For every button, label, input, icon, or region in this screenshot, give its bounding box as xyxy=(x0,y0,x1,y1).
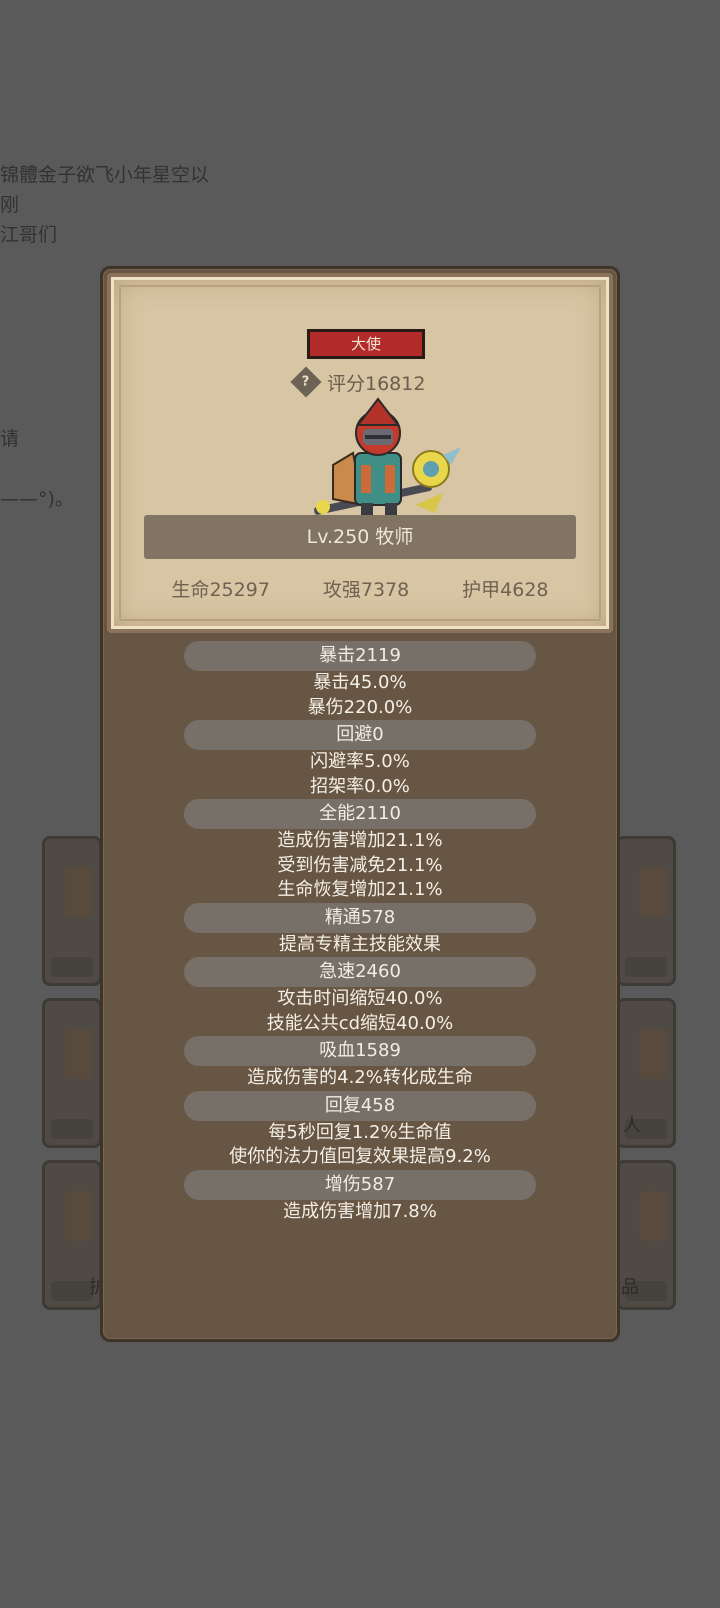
equipment-slot xyxy=(42,998,102,1148)
equipment-slot xyxy=(616,836,676,986)
mastery-header: 精通578 xyxy=(184,902,536,933)
character-card: 大使 ? 评分16812 Lv.250 牧师 生命25297 攻强7378 护甲… xyxy=(107,273,613,633)
equipment-icon xyxy=(65,867,93,917)
slot-label: 品 xyxy=(621,1277,639,1298)
regen-line: 每5秒回复1.2%生命值 xyxy=(268,1121,452,1143)
level-class-bar: Lv.250 牧师 xyxy=(144,515,576,559)
background-chat-line: ——°)。 xyxy=(0,488,74,510)
equipment-icon xyxy=(639,1191,667,1241)
equipment-slot: 护 xyxy=(42,1160,107,1310)
title-badge: 大使 xyxy=(307,329,425,359)
game-screen: 锦體金子欲飞小年星空以 刚 江哥们 请 ——°)。 护 人 品 大使 ? 评分1… xyxy=(0,0,720,1608)
haste-line: 攻击时间缩短40.0% xyxy=(277,988,443,1009)
versatility-line: 受到伤害减免21.1% xyxy=(277,854,443,876)
attack-stat: 攻强7378 xyxy=(322,579,410,601)
haste-header: 急速2460 xyxy=(184,957,536,987)
damage-header: 增伤587 xyxy=(184,1169,536,1200)
crit-header: 暴击2119 xyxy=(184,641,536,671)
background-chat-line: 请 xyxy=(0,428,20,450)
equipment-slot xyxy=(42,836,102,986)
equipment-slot: 人 xyxy=(616,998,676,1148)
versatility-line: 造成伤害增加21.1% xyxy=(277,830,443,851)
hero-sprite xyxy=(314,397,461,521)
character-detail-dialog[interactable]: 大使 ? 评分16812 Lv.250 牧师 生命25297 攻强7378 护甲… xyxy=(100,266,620,1342)
equipment-icon xyxy=(65,1029,93,1079)
versatility-header: 全能2110 xyxy=(184,799,536,829)
mastery-line: 提高专精主技能效果 xyxy=(279,933,441,955)
equipment-slot: 品 xyxy=(616,1160,676,1310)
background-chat-line: 江哥们 xyxy=(0,224,58,246)
slot-label: 人 xyxy=(623,1115,641,1136)
haste-line: 技能公共cd缩短40.0% xyxy=(266,1012,454,1034)
equipment-icon xyxy=(65,1191,93,1241)
dodge-header: 回避0 xyxy=(184,720,536,750)
help-icon[interactable]: ? xyxy=(290,366,322,398)
damage-line: 造成伤害增加7.8% xyxy=(283,1200,437,1222)
equipment-icon xyxy=(639,1029,667,1079)
crit-line: 暴击45.0% xyxy=(313,672,407,693)
armor-stat: 护甲4628 xyxy=(462,579,549,601)
score-label: 评分16812 xyxy=(327,372,426,395)
crit-line: 暴伤220.0% xyxy=(307,696,413,718)
dodge-line: 招架率0.0% xyxy=(310,775,410,797)
base-stats: 生命25297 攻强7378 护甲4628 xyxy=(111,575,609,602)
leech-header: 吸血1589 xyxy=(184,1036,536,1066)
equipment-icon xyxy=(639,867,667,917)
hp-stat: 生命25297 xyxy=(171,579,270,601)
regen-header: 回复458 xyxy=(184,1090,536,1121)
regen-line: 使你的法力值回复效果提高9.2% xyxy=(229,1146,491,1167)
score-row: ? 评分16812 xyxy=(290,366,426,398)
background-chat-line: 刚 xyxy=(0,194,20,216)
stat-details: 暴击2119 暴击45.0% 暴伤220.0% 回避0 闪避率5.0% 招架率0… xyxy=(103,641,617,1224)
background-chat-line: 锦體金子欲飞小年星空以 xyxy=(0,164,210,186)
dodge-line: 闪避率5.0% xyxy=(310,751,410,772)
versatility-line: 生命恢复增加21.1% xyxy=(277,879,443,900)
leech-line: 造成伤害的4.2%转化成生命 xyxy=(247,1067,473,1088)
